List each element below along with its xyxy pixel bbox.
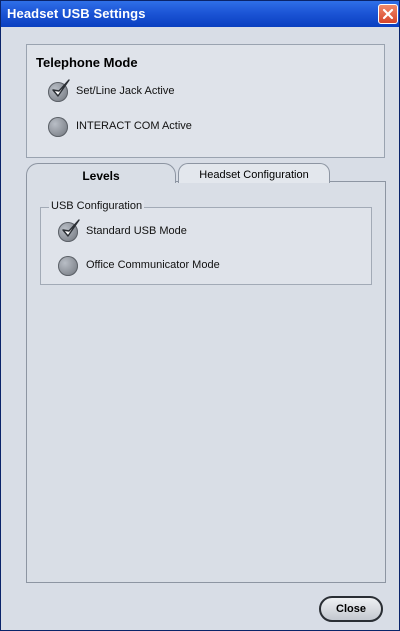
telephone-mode-title: Telephone Mode [36, 55, 138, 70]
window-close-button[interactable] [378, 4, 398, 24]
window-title: Headset USB Settings [7, 6, 146, 21]
radio-standard-usb[interactable]: Standard USB Mode [58, 219, 258, 244]
close-button[interactable]: Close [319, 596, 383, 622]
option-label: INTERACT COM Active [76, 120, 192, 132]
checkmark-icon [52, 79, 70, 97]
close-icon [382, 8, 394, 20]
radio-button[interactable] [48, 117, 68, 137]
usb-configuration-title: USB Configuration [49, 200, 145, 212]
title-bar[interactable]: Headset USB Settings [1, 1, 399, 27]
radio-office-communicator[interactable]: Office Communicator Mode [58, 256, 278, 278]
radio-interact-com[interactable]: INTERACT COM Active [48, 117, 248, 139]
radio-set-line-jack[interactable]: Set/Line Jack Active [48, 79, 248, 104]
tab-headset-configuration[interactable]: Headset Configuration [178, 163, 330, 183]
option-label: Standard USB Mode [86, 225, 187, 237]
option-label: Set/Line Jack Active [76, 85, 175, 97]
option-label: Office Communicator Mode [86, 259, 220, 271]
radio-button[interactable] [58, 256, 78, 276]
tab-levels[interactable]: Levels [26, 163, 176, 183]
checkmark-icon [62, 219, 80, 237]
